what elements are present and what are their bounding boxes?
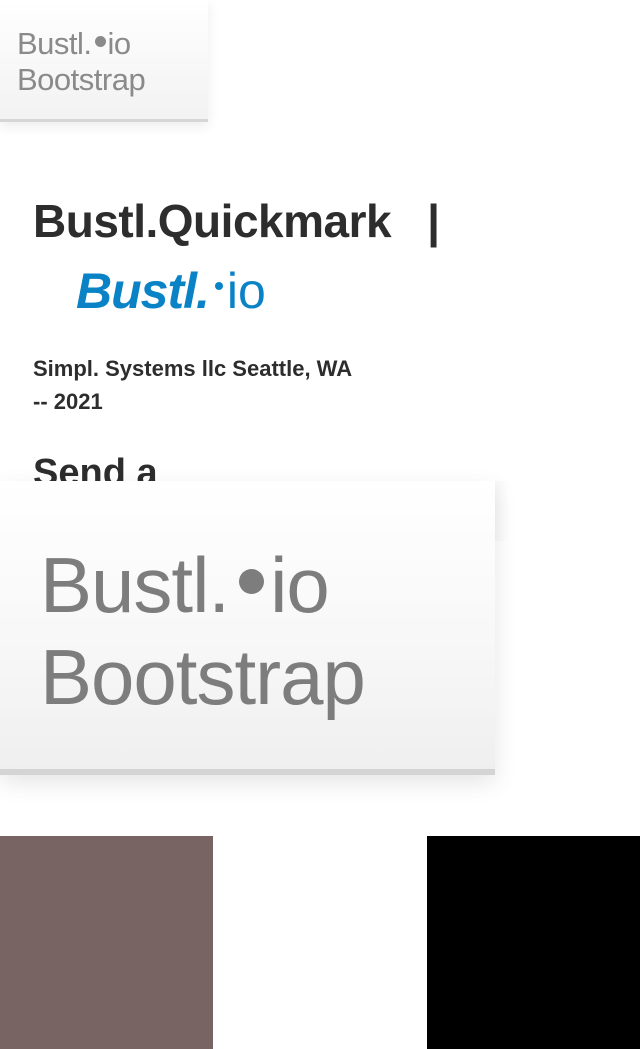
brand-small-tail: io xyxy=(107,26,132,61)
logo-suffix: io xyxy=(226,263,266,319)
brand-small-line2: Bootstrap xyxy=(17,62,146,97)
dot-icon xyxy=(239,569,265,594)
company-info: Simpl. Systems llc Seattle, WA -- 2021 xyxy=(33,356,352,414)
brand-small-word: Bustl. xyxy=(17,26,92,61)
logo-word: Bustl. xyxy=(76,263,210,319)
color-swatch-white[interactable] xyxy=(213,836,427,1049)
page: Bustl. io Bootstrap Bustl.Quickmark | Bust… xyxy=(0,0,640,1049)
page-title: Bustl.Quickmark | xyxy=(33,194,440,248)
brand-large-line2: Bootstrap xyxy=(40,633,366,721)
card-shadow-edge xyxy=(495,481,509,541)
brand-card-small[interactable]: Bustl. io Bootstrap xyxy=(0,0,208,122)
brand-large-line1: Bustl. io xyxy=(40,540,330,631)
title-text: Bustl.Quickmark xyxy=(33,195,392,247)
brand-large-word: Bustl. xyxy=(40,541,230,629)
brand-small-line1: Bustl. io xyxy=(17,26,131,62)
color-swatch-taupe[interactable] xyxy=(0,836,213,1049)
bustl-logo[interactable]: Bustl. io xyxy=(76,262,266,320)
color-swatch-black[interactable] xyxy=(427,836,640,1049)
brand-large-tail: io xyxy=(270,541,330,629)
send-heading: Send a xyxy=(33,452,158,482)
dot-icon xyxy=(94,36,106,47)
logo-dot-icon xyxy=(214,282,223,290)
title-separator: | xyxy=(427,195,440,247)
